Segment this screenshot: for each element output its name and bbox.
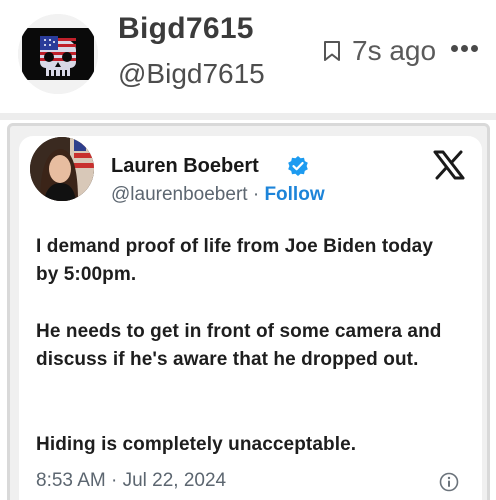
tweet-paragraph: Hiding is completely unacceptable. (36, 434, 357, 455)
post-frame: Bigd7615 @Bigd7615 7s ago Lauren Boebert (0, 0, 496, 500)
post-header: Bigd7615 @Bigd7615 7s ago (0, 0, 496, 112)
author-name[interactable]: Bigd7615 (118, 12, 254, 46)
tweet-timestamp: 8:53 AM · Jul 22, 2024 (36, 470, 227, 491)
tweet-avatar (30, 137, 94, 201)
tweet-author-handle: @laurenboebert (111, 184, 248, 205)
tweet-paragraph: I demand proof of life from Joe Biden to… (36, 236, 433, 285)
tweet-paragraph: He needs to get in front of some camera … (36, 321, 442, 370)
tweet-author-name: Lauren Boebert (111, 155, 259, 177)
info-icon (439, 472, 459, 492)
post-time-ago: 7s ago (352, 35, 437, 66)
x-logo-icon (433, 150, 465, 180)
more-horizontal-icon[interactable] (451, 45, 479, 55)
handle-separator: · (252, 184, 260, 205)
follow-link[interactable]: Follow (264, 184, 324, 205)
tweet-handle-line: @laurenboebert · Follow (111, 184, 325, 206)
skull-flag-avatar-image (18, 14, 98, 94)
verified-badge-icon (288, 156, 308, 176)
author-handle[interactable]: @Bigd7615 (118, 58, 265, 90)
bookmark-icon[interactable] (323, 40, 341, 62)
section-divider (0, 113, 496, 120)
avatar[interactable] (18, 14, 98, 94)
profile-photo-image (30, 137, 94, 201)
